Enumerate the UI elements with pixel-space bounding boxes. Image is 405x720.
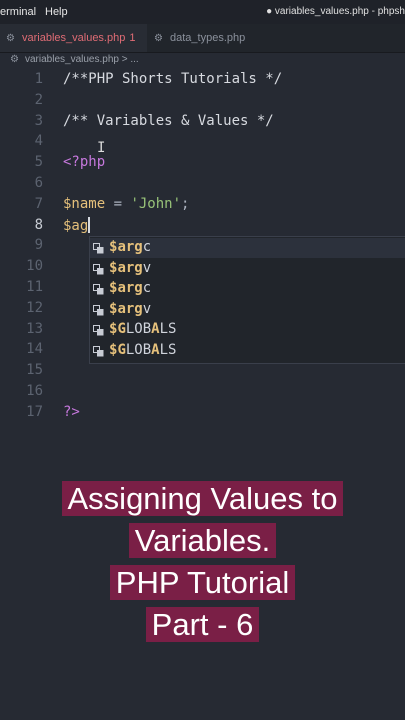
line-number: 3	[34, 112, 43, 129]
menu-help[interactable]: Help	[45, 6, 68, 18]
tab-bar: ⚙ variables_values.php 1 ⚙ data_types.php	[0, 24, 405, 53]
tab-data-types[interactable]: ⚙ data_types.php	[148, 24, 245, 52]
problems-count-badge: 1	[129, 32, 136, 44]
line-number: 11	[26, 279, 43, 295]
breadcrumb-path[interactable]: variables_values.php > ...	[25, 54, 139, 65]
code-line[interactable]: 2	[0, 90, 405, 111]
line-number: 10	[26, 258, 43, 275]
tab-label: data_types.php	[170, 32, 246, 44]
variable-symbol-icon	[93, 263, 104, 275]
window-title: ● variables_values.php - phpsh	[266, 6, 405, 17]
suggestion-label: $argv	[109, 259, 152, 276]
video-caption: Assigning Values to Variables. PHP Tutor…	[0, 478, 405, 646]
code-token: <?php	[63, 154, 106, 171]
code-token: ?>	[63, 403, 80, 420]
suggestion-item[interactable]: $argc	[90, 279, 405, 299]
variable-symbol-icon	[93, 345, 104, 357]
suggestion-label: $GLOBALS	[109, 342, 177, 358]
code-line[interactable]: 6	[0, 173, 405, 194]
line-number: 14	[26, 341, 43, 358]
code-line[interactable]: 3 /** Variables & Values */	[0, 111, 405, 132]
code-line[interactable]: 4	[0, 131, 405, 152]
breadcrumb: ⚙ variables_values.php > ...	[0, 53, 405, 69]
caption-line-1: Assigning Values to	[0, 478, 405, 520]
autocomplete-popup[interactable]: $argc $argv $argc $argv $GLOBALS $GLOBALS	[89, 236, 405, 364]
menu-terminal[interactable]: erminal	[0, 6, 36, 18]
line-number: 2	[34, 91, 43, 108]
line-number: 4	[34, 133, 43, 150]
code-token: $name	[63, 195, 106, 212]
caption-line-3: PHP Tutorial	[0, 562, 405, 604]
code-text: /** Variables & Values */	[63, 113, 274, 129]
menu-bar: erminal Help ● variables_values.php - ph…	[0, 0, 405, 24]
suggestion-item[interactable]: $argc	[90, 238, 405, 258]
line-number: 17	[26, 403, 43, 420]
variable-symbol-icon	[93, 283, 104, 295]
caption-line-4: Part - 6	[0, 604, 405, 646]
line-number: 16	[26, 383, 43, 399]
code-text: $name = 'John';	[63, 196, 189, 212]
line-number: 5	[34, 154, 43, 171]
tab-label: variables_values.php	[22, 32, 126, 44]
code-line[interactable]: 1 /**PHP Shorts Tutorials */	[0, 69, 405, 90]
code-token: =	[105, 195, 131, 212]
code-text: <?php	[63, 154, 105, 170]
code-text: ?>	[63, 404, 80, 420]
suggestion-item[interactable]: $GLOBALS	[90, 320, 405, 340]
code-token: 'John'	[130, 195, 182, 212]
suggestion-label: $argc	[109, 239, 152, 255]
suggestion-item[interactable]: $argv	[90, 259, 405, 279]
line-number: 7	[34, 195, 43, 212]
suggestion-label: $argv	[109, 300, 152, 317]
php-file-icon: ⚙	[6, 33, 15, 44]
variable-symbol-icon	[93, 324, 104, 336]
tab-variables-values[interactable]: ⚙ variables_values.php 1	[0, 24, 147, 52]
suggestion-label: $argc	[109, 280, 152, 297]
line-number: 13	[26, 320, 43, 337]
mouse-ibeam-cursor: I	[97, 140, 106, 156]
suggestion-item[interactable]: $GLOBALS	[90, 341, 405, 361]
code-line[interactable]: 8 $ag	[0, 215, 405, 236]
code-line[interactable]: 5 <?php	[0, 152, 405, 173]
code-text: /**PHP Shorts Tutorials */	[63, 71, 282, 87]
code-line[interactable]: 17 ?>	[0, 402, 405, 423]
line-number: 9	[34, 237, 43, 254]
code-line[interactable]: 16	[0, 381, 405, 402]
php-file-icon: ⚙	[154, 33, 163, 44]
code-token: $ag	[63, 217, 89, 234]
code-token: /** Variables & Values */	[63, 112, 274, 129]
line-number: 8	[34, 216, 43, 233]
suggestion-label: $GLOBALS	[109, 321, 177, 338]
code-line[interactable]: 7 $name = 'John';	[0, 194, 405, 215]
line-number: 12	[26, 299, 43, 316]
line-number: 1	[34, 71, 43, 87]
variable-symbol-icon	[93, 304, 104, 316]
line-number: 15	[26, 362, 43, 379]
text-caret	[88, 216, 91, 233]
code-text: $ag	[63, 216, 91, 234]
suggestion-item[interactable]: $argv	[90, 300, 405, 320]
code-token: ;	[181, 195, 190, 212]
caption-line-2: Variables.	[0, 520, 405, 562]
variable-symbol-icon	[93, 242, 104, 254]
php-file-icon: ⚙	[10, 54, 19, 65]
line-number: 6	[34, 175, 43, 191]
code-token: /**PHP Shorts Tutorials */	[63, 71, 283, 87]
